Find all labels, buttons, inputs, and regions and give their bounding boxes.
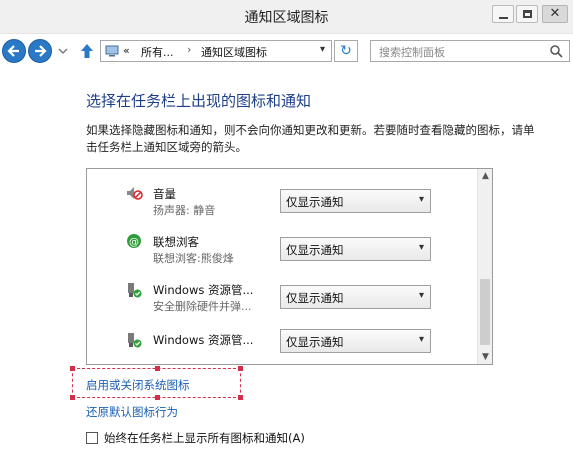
- select-value: 仅显示通知: [286, 291, 344, 305]
- control-panel-window: 通知区域图标 ✕ « 所有... › 通知区域图标 ▾ ↻ 搜索控制面板 选择在…: [0, 0, 573, 453]
- address-bar[interactable]: « 所有... › 通知区域图标 ▾: [100, 40, 332, 62]
- row-name: Windows 资源管...: [153, 283, 254, 297]
- row-subtitle: 安全删除硬件并弹...: [153, 300, 252, 313]
- minimize-icon: [499, 17, 508, 19]
- search-icon[interactable]: [549, 44, 563, 58]
- title-bar: 通知区域图标 ✕: [0, 0, 573, 34]
- refresh-button[interactable]: ↻: [334, 40, 358, 62]
- maximize-button[interactable]: [516, 5, 538, 23]
- behavior-select[interactable]: 仅显示通知 ▾: [280, 237, 431, 261]
- page-description: 如果选择隐藏图标和通知，则不会向你通知更改和更新。若要随时查看隐藏的图标，请单击…: [86, 123, 535, 154]
- show-all-icons-checkbox[interactable]: [86, 432, 98, 444]
- computer-icon: [105, 45, 119, 57]
- navigation-bar: « 所有... › 通知区域图标 ▾ ↻ 搜索控制面板: [0, 34, 573, 68]
- chevron-down-icon: ▾: [418, 242, 424, 253]
- list-item-volume: 音量 扬声器: 静音 仅显示通知 ▾: [87, 177, 477, 225]
- search-input[interactable]: 搜索控制面板: [379, 44, 445, 60]
- close-icon: ✕: [549, 6, 561, 21]
- breadcrumb-overflow[interactable]: «: [123, 44, 130, 57]
- row-subtitle: 联想浏客:熊俊烽: [153, 252, 234, 265]
- list-item-windows-explorer: Windows 资源管... 安全删除硬件并弹... 仅显示通知 ▾: [87, 273, 477, 321]
- minimize-button[interactable]: [492, 5, 514, 23]
- maximize-icon: [523, 10, 532, 18]
- search-box[interactable]: 搜索控制面板: [370, 40, 570, 62]
- breadcrumb-all[interactable]: 所有...: [141, 44, 174, 60]
- back-button[interactable]: [2, 39, 26, 63]
- close-button[interactable]: ✕: [542, 5, 568, 23]
- restore-defaults-link[interactable]: 还原默认图标行为: [86, 404, 178, 420]
- chevron-down-icon: ▾: [418, 290, 424, 301]
- checkbox-label[interactable]: 始终在任务栏上显示所有图标和通知(A): [104, 430, 305, 446]
- back-arrow-icon: [7, 45, 19, 57]
- select-value: 仅显示通知: [286, 243, 344, 257]
- breadcrumb-separator[interactable]: ›: [187, 43, 191, 56]
- system-icons-link[interactable]: 启用或关闭系统图标: [86, 377, 190, 393]
- usb-device-icon: [128, 333, 142, 348]
- page-heading: 选择在任务栏上出现的图标和通知: [86, 92, 312, 110]
- behavior-select[interactable]: 仅显示通知 ▾: [280, 329, 431, 353]
- usb-device-icon: [128, 283, 142, 298]
- scroll-thumb[interactable]: [480, 279, 490, 345]
- row-name: 音量: [153, 187, 176, 201]
- behavior-select[interactable]: 仅显示通知 ▾: [280, 285, 431, 309]
- list-item-lenovo: @ 联想浏客 联想浏客:熊俊烽 仅显示通知 ▾: [87, 225, 477, 273]
- notification-icons-list[interactable]: 音量 扬声器: 静音 仅显示通知 ▾ @ 联想浏客 联想浏客:熊俊烽 仅显示通知…: [86, 168, 493, 365]
- address-dropdown-icon[interactable]: ▾: [320, 44, 325, 55]
- row-subtitle: 扬声器: 静音: [153, 204, 216, 217]
- refresh-icon: ↻: [340, 43, 352, 59]
- lenovo-at-icon: @: [127, 234, 141, 248]
- row-name: Windows 资源管...: [153, 333, 254, 347]
- window-title: 通知区域图标: [244, 10, 329, 26]
- up-arrow-icon[interactable]: [78, 42, 96, 60]
- chevron-down-icon: ▾: [418, 194, 424, 205]
- breadcrumb-current[interactable]: 通知区域图标: [201, 44, 267, 60]
- forward-arrow-icon: [35, 45, 47, 57]
- recent-locations-chevron-icon[interactable]: [58, 47, 68, 55]
- scroll-up-icon[interactable]: ▲: [478, 169, 492, 183]
- speaker-muted-icon: [127, 187, 143, 200]
- select-value: 仅显示通知: [286, 335, 344, 349]
- scroll-down-icon[interactable]: ▼: [478, 350, 492, 364]
- list-scrollbar[interactable]: ▲ ▼: [477, 169, 492, 364]
- chevron-down-icon: ▾: [418, 334, 424, 345]
- row-name: 联想浏客: [153, 235, 199, 249]
- select-value: 仅显示通知: [286, 195, 344, 209]
- forward-button[interactable]: [28, 39, 52, 63]
- list-item-windows-explorer-2: Windows 资源管... 仅显示通知 ▾: [87, 321, 477, 364]
- svg-text:@: @: [129, 237, 139, 248]
- behavior-select[interactable]: 仅显示通知 ▾: [280, 189, 431, 213]
